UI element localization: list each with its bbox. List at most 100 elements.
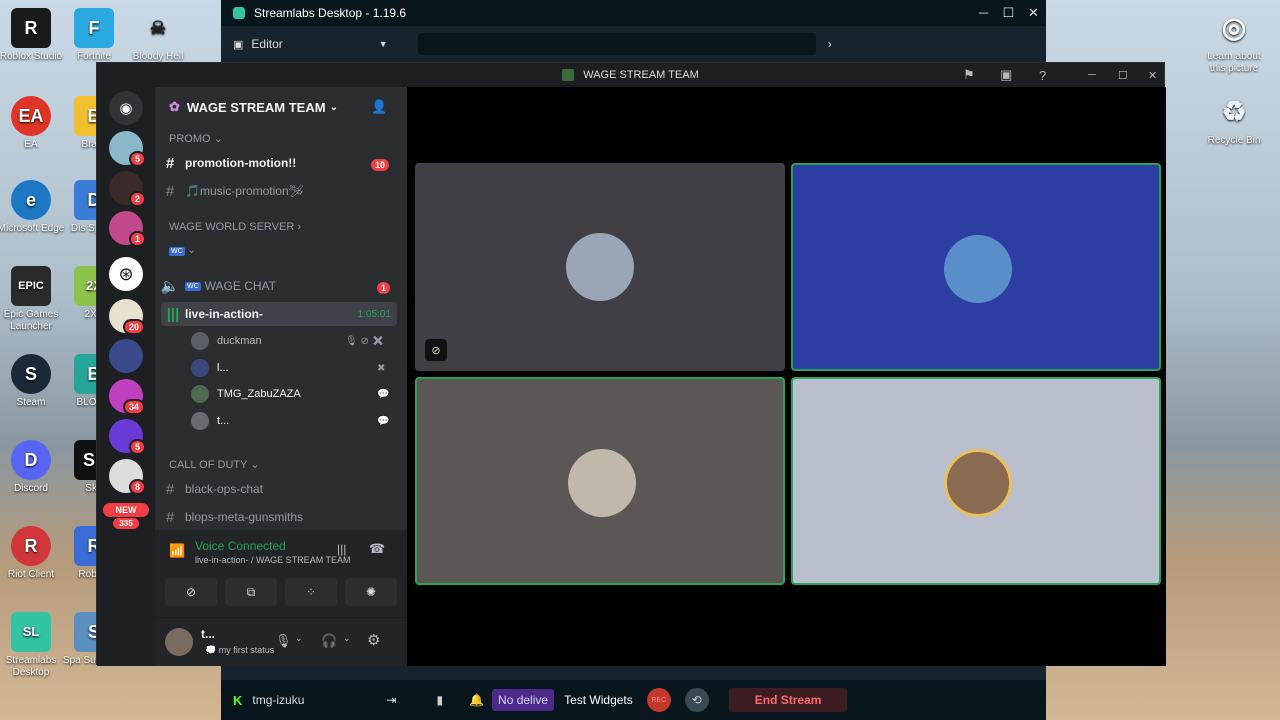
minimize-icon[interactable]: ─ [971, 5, 996, 21]
fortnite-icon: F [74, 8, 114, 48]
channel-name: WAGE CHAT [204, 279, 277, 293]
camera-off-icon[interactable]: ⊘ [165, 578, 217, 606]
rec-button[interactable]: REC [646, 688, 671, 712]
help-icon[interactable]: ? [1039, 68, 1046, 83]
microphone-icon[interactable]: 🎙 [275, 633, 292, 649]
desktop-icon-roblox-studio[interactable]: R Roblox Studio [0, 8, 65, 63]
category-promo[interactable]: PROMO ⌄ [169, 132, 223, 145]
inbox-icon[interactable]: ▣ [1000, 67, 1012, 83]
server-header[interactable]: ✿ WAGE STREAM TEAM ⌄ [169, 99, 338, 115]
participant-tile-3[interactable] [415, 377, 785, 585]
desktop-icon-streamlabs[interactable]: SL Streamlabs Desktop [0, 612, 65, 679]
channel-blops-meta-gunsmiths[interactable]: # blops-meta-gunsmiths [155, 505, 399, 529]
settings-gear-icon[interactable]: ⚙ [367, 631, 380, 649]
channel-music-promotion[interactable]: # 🎵music-promotion🛩 [155, 179, 399, 203]
server-icon-6[interactable] [109, 339, 143, 373]
editor-bar: ▣ Editor ▼ › [221, 26, 1046, 62]
desktop-icon-discord[interactable]: D Discord [0, 440, 65, 495]
channel-black-ops-chat[interactable]: # black-ops-chat [155, 477, 399, 501]
notification-icon[interactable]: 🔔 [469, 693, 484, 707]
category-call-of-duty[interactable]: CALL OF DUTY ⌄ [169, 458, 260, 471]
desktop-icon-label: Learn about this picture [1207, 51, 1261, 74]
server-icon-5[interactable]: 20 [109, 299, 146, 335]
inbox-flag-icon[interactable]: ⚑ [963, 67, 975, 83]
server-icon-9[interactable]: 8 [109, 459, 147, 495]
avatar[interactable] [165, 628, 193, 656]
participant-tile-1[interactable]: ⊘ [415, 163, 785, 371]
close-icon[interactable]: ✕ [1021, 5, 1046, 21]
streamlabs-icon: SL [11, 612, 51, 652]
avatar [944, 449, 1012, 517]
headphones-icon[interactable]: 🎧 [321, 633, 337, 649]
minimize-icon[interactable]: ─ [1088, 69, 1096, 81]
voice-connected-sub[interactable]: live-in-action- / WAGE STREAM TEAM [195, 555, 351, 565]
desktop-icon-edge[interactable]: e Microsoft Edge [0, 180, 65, 235]
server-icon-1[interactable]: 5 [109, 131, 147, 167]
desktop-icon-bloody-hell[interactable]: ☠ Bloody Hell [124, 8, 192, 63]
replay-icon[interactable]: ⟲ [684, 688, 709, 712]
maximize-icon[interactable]: ☐ [1118, 69, 1128, 82]
category-label: WAGE WORLD SERVER [169, 221, 295, 233]
discord-titlebar: WAGE STREAM TEAM ⚑ ▣ ? ─ ☐ ✕ [97, 63, 1164, 87]
noise-suppression-icon[interactable]: ||| [337, 542, 346, 556]
chevron-down-icon[interactable]: ⌄ [295, 633, 303, 644]
server-icon-8[interactable]: 5 [109, 419, 147, 455]
new-unreads-pill[interactable]: NEW 335 [103, 503, 149, 529]
desktop-icon-fortnite[interactable]: F Fortnite [60, 8, 128, 63]
footer-user[interactable]: tmg-izuku [252, 693, 304, 707]
discord-home-icon[interactable]: ◉ [109, 91, 143, 125]
editor-nav-icon: ▣ [233, 38, 244, 51]
desktop-icon-label: Streamlabs Desktop [5, 655, 57, 678]
new-label: NEW [103, 503, 149, 517]
server-icon-3[interactable]: 1 [109, 211, 147, 247]
desktop-icon-riot[interactable]: R Riot Client [0, 526, 65, 581]
desktop-icon-epic[interactable]: EPIC Epic Games Launcher [0, 266, 65, 333]
activities-icon[interactable]: ⁘ [285, 578, 337, 606]
deafened-icon: ✖ [377, 362, 386, 374]
status-bubble-icon: 💬 [377, 388, 390, 400]
participant-tile-2[interactable] [791, 163, 1161, 371]
maximize-icon[interactable]: ☐ [996, 5, 1021, 21]
desktop-icon-learn-picture[interactable]: ◎ Learn about this picture [1200, 8, 1268, 75]
chevron-down-icon[interactable]: ▼ [379, 39, 388, 49]
channel-live-in-action[interactable]: ||| live-in-action- 1:05:01 [161, 302, 397, 326]
voice-user-duckman[interactable]: duckman 🎙 ⊘ ✖ [191, 330, 384, 352]
channel-name: black-ops-chat [185, 482, 264, 496]
chevron-right-icon[interactable]: › [828, 37, 832, 51]
voice-user-4[interactable]: t... 💬 [191, 410, 389, 432]
channel-wage-chat[interactable]: 🔈 WC WAGE CHAT 1 [155, 274, 399, 298]
no-delivery-label[interactable]: No delive [492, 689, 555, 711]
category-wage-world[interactable]: WAGE WORLD SERVER › [169, 221, 301, 233]
end-stream-button[interactable]: End Stream [728, 688, 848, 712]
desktop-icon-label: Steam [16, 397, 46, 408]
desktop-icon-steam[interactable]: S Steam [0, 354, 65, 409]
desktop-icon-ea[interactable]: EA EA [0, 96, 65, 151]
server-icon-7[interactable]: 34 [109, 379, 146, 415]
server-icon-4[interactable]: ⊛ [109, 257, 143, 291]
screen-share-icon[interactable]: ⧉ [225, 578, 277, 606]
voice-user-2[interactable]: l... ✖ [191, 357, 385, 379]
steam-icon: S [11, 354, 51, 394]
voice-user-name: l... [217, 362, 229, 374]
editor-dropdown[interactable]: Editor [251, 37, 282, 51]
participant-tile-4[interactable] [791, 377, 1161, 585]
close-icon[interactable]: ✕ [1148, 69, 1157, 82]
chevron-down-icon[interactable]: ⌄ [343, 633, 351, 644]
test-widgets-button[interactable]: Test Widgets [564, 693, 633, 707]
video-off-icon: ⊘ [425, 339, 447, 361]
invite-user-icon[interactable]: 👤 [371, 99, 387, 115]
discord-icon: D [11, 440, 51, 480]
stats-icon[interactable]: ▮ [436, 693, 443, 707]
channel-promotion-motion[interactable]: # promotion-motion!! 10 [155, 151, 399, 175]
soundboard-icon[interactable]: ✺ [345, 578, 397, 606]
desktop-icon-recycle-bin[interactable]: ♻ Recycle Bin [1200, 92, 1268, 147]
collapsed-category[interactable]: WC ⌄ [169, 245, 196, 256]
unread-badge: 5 [129, 151, 147, 167]
server-icon-2[interactable]: 2 [109, 171, 147, 207]
logout-icon[interactable]: ⇥ [386, 693, 396, 707]
desktop-icon-label: Riot Client [7, 569, 55, 580]
disconnect-icon[interactable]: ☎ [369, 541, 385, 557]
voice-user-tmg-zabuzaza[interactable]: TMG_ZabuZAZA 💬 [191, 383, 389, 405]
user-name: t... [201, 627, 215, 641]
channel-name: live-in-action- [185, 307, 264, 321]
